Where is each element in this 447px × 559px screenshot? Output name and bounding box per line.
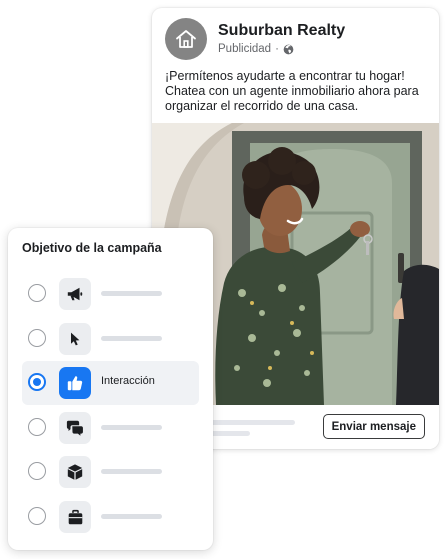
briefcase-icon (68, 509, 82, 524)
send-message-button[interactable]: Enviar mensaje (322, 414, 425, 439)
separator-dot: · (275, 43, 279, 55)
radio-button[interactable] (28, 418, 46, 436)
ad-body-line: ¡Permítenos ayudarte a encontrar tu hoga… (165, 69, 405, 83)
ad-meta: Suburban Realty Publicidad · (218, 21, 345, 57)
option-icon-tile (59, 278, 91, 310)
option-placeholder-bar (101, 336, 162, 341)
campaign-objective-panel: Objetivo de la campaña Interacción (8, 228, 213, 550)
radio-button[interactable] (28, 507, 46, 525)
radio-button[interactable] (28, 462, 46, 480)
option-placeholder-bar (101, 291, 162, 296)
house-icon (176, 30, 196, 48)
objective-option-traffic[interactable] (22, 317, 199, 361)
radio-button-selected[interactable] (28, 373, 46, 391)
ad-body-line: organizar el recorrido de una casa. (165, 99, 359, 113)
page-avatar[interactable] (165, 18, 207, 60)
objective-option-awareness[interactable] (22, 272, 199, 316)
globe-icon (283, 44, 294, 54)
page-name[interactable]: Suburban Realty (218, 21, 345, 41)
thumbs-up-icon (67, 376, 83, 391)
cube-icon (67, 464, 83, 480)
option-icon-tile (59, 456, 91, 488)
ad-body-text: ¡Permítenos ayudarte a encontrar tu hoga… (165, 69, 433, 114)
option-icon-tile (59, 412, 91, 444)
objective-option-app-promotion[interactable] (22, 450, 199, 494)
objective-option-sales[interactable] (22, 495, 199, 539)
radio-button[interactable] (28, 284, 46, 302)
cursor-icon (71, 332, 80, 346)
option-label: Interacción (101, 375, 155, 387)
ad-preview-canvas: Suburban Realty Publicidad · ¡Permítenos… (0, 0, 447, 559)
ad-body-line: Chatea con un agente inmobiliario ahora … (165, 84, 419, 98)
sponsored-label: Publicidad (218, 43, 272, 55)
sponsored-line: Publicidad · (218, 41, 345, 57)
option-placeholder-bar (101, 514, 162, 519)
option-icon-tile (59, 367, 91, 399)
megaphone-icon (67, 287, 83, 301)
option-placeholder-bar (101, 469, 162, 474)
objective-option-leads[interactable] (22, 406, 199, 450)
ad-header: Suburban Realty Publicidad · (165, 18, 345, 60)
option-icon-tile (59, 501, 91, 533)
radio-button[interactable] (28, 329, 46, 347)
chat-bubbles-icon (66, 420, 83, 436)
option-placeholder-bar (101, 425, 162, 430)
objective-option-engagement[interactable]: Interacción (22, 361, 199, 405)
panel-title: Objetivo de la campaña (22, 241, 162, 255)
placeholder-line (200, 420, 295, 425)
option-icon-tile (59, 323, 91, 355)
